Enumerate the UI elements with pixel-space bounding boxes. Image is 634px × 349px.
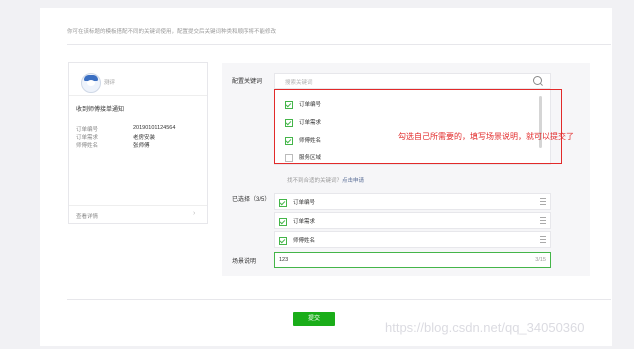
selected-keyword[interactable]: 订单需求 xyxy=(274,212,551,229)
apply-link[interactable]: 点击申请 xyxy=(342,178,364,184)
scene-description-input[interactable]: 123 3/15 xyxy=(274,252,551,268)
annotation-highlight-box xyxy=(274,89,562,164)
view-details-link[interactable]: 查看详情 xyxy=(76,212,98,220)
selected-keyword[interactable]: 订单编号 xyxy=(274,193,551,210)
drag-handle-icon[interactable] xyxy=(540,217,546,224)
scene-value: 123 xyxy=(279,257,289,263)
field-value: 老房安装 xyxy=(133,135,156,141)
account-name: 测评 xyxy=(104,80,116,86)
search-placeholder: 搜索关键词 xyxy=(285,80,313,86)
avatar xyxy=(81,73,101,93)
keyword-search-input[interactable]: 搜索关键词 xyxy=(274,73,551,89)
selected-keyword[interactable]: 师傅姓名 xyxy=(274,231,551,248)
preview-title: 收到师傅接单通知 xyxy=(76,107,125,113)
template-hint: 你可在该标题的模板搭配不同的关键词使用，配置提交后关键词种类和顺序将不能修改 xyxy=(67,29,277,35)
field-label: 订单编号 xyxy=(76,127,99,133)
drag-handle-icon[interactable] xyxy=(540,198,546,205)
checkbox-checked[interactable] xyxy=(279,198,287,207)
field-label: 师傅姓名 xyxy=(76,143,99,149)
not-found-hint: 找不到合适的关键词？点击申请 xyxy=(287,178,365,184)
char-count: 3/15 xyxy=(535,257,546,263)
keyword-label: 配置关键词 xyxy=(232,79,263,85)
selected-label: 已选择（3/5） xyxy=(232,197,271,203)
watermark: https://blog.csdn.net/qq_34050360 xyxy=(385,320,585,335)
field-label: 订单需求 xyxy=(76,135,99,141)
field-value: 2019010112456​4 xyxy=(133,125,176,131)
search-icon[interactable] xyxy=(533,76,542,85)
submit-button[interactable]: 提交 xyxy=(293,312,335,326)
chevron-right-icon: › xyxy=(193,210,196,217)
drag-handle-icon[interactable] xyxy=(540,236,546,243)
checkbox-checked[interactable] xyxy=(279,236,287,245)
scene-label: 场景说明 xyxy=(232,259,257,265)
field-value: 张师傅 xyxy=(133,143,150,149)
preview-divider xyxy=(69,95,207,96)
message-preview: 测评 收到师傅接单通知 订单编号 2019010112456​4 订单需求 老房… xyxy=(68,62,208,224)
divider-bottom xyxy=(67,299,611,300)
annotation-text: 勾选自己所需要的，填写场景说明，就可以提交了 xyxy=(398,132,574,141)
checkbox-checked[interactable] xyxy=(279,217,287,226)
preview-divider xyxy=(69,205,207,206)
divider-top xyxy=(67,44,611,45)
